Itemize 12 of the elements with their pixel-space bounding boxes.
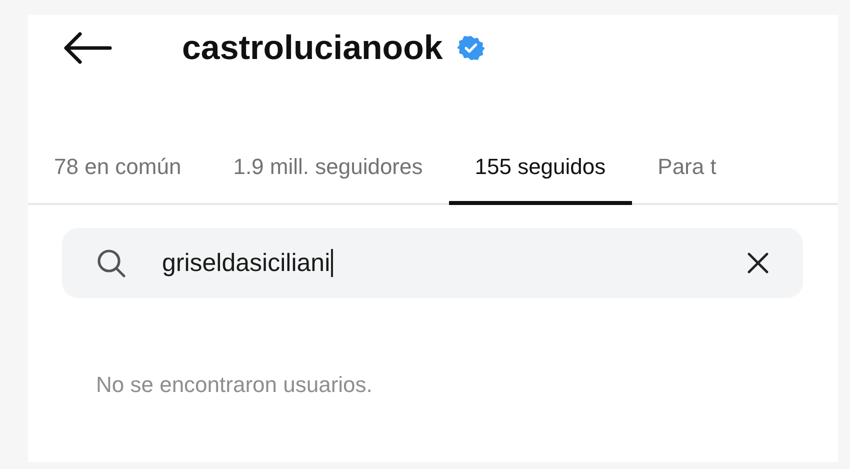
tab[interactable]: 1.9 mill. seguidores [207, 133, 449, 205]
tab[interactable]: 78 en común [28, 133, 208, 205]
back-arrow-icon[interactable] [62, 31, 112, 65]
tab[interactable]: 155 seguidos [448, 133, 632, 205]
tab[interactable]: Para t [632, 133, 742, 205]
empty-message: No se encontraron usuarios. [95, 371, 374, 398]
close-icon[interactable] [747, 252, 769, 274]
search-field[interactable]: griseldasiciliani [62, 228, 803, 298]
search-icon [96, 248, 126, 278]
text-cursor [331, 249, 333, 277]
search-query: griseldasiciliani [162, 248, 330, 278]
username-title: castrolucianook [182, 28, 443, 68]
